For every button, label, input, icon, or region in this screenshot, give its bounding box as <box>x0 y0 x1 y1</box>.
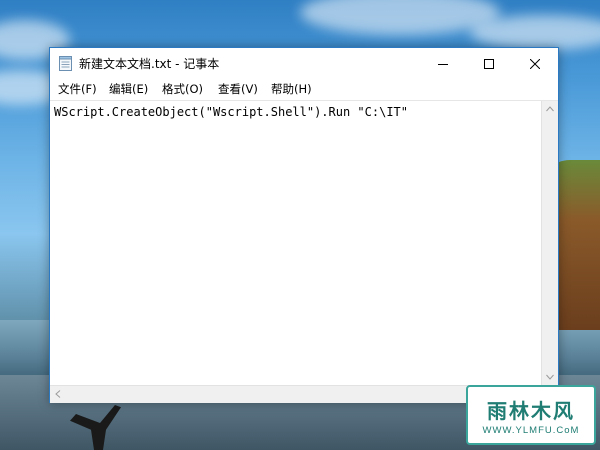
menu-edit[interactable]: 编辑(E) <box>109 81 148 97</box>
window-title: 新建文本文档.txt - 记事本 <box>79 57 220 71</box>
menu-format[interactable]: 格式(O) <box>162 81 203 97</box>
notepad-window[interactable]: 新建文本文档.txt - 记事本 文件(F) 编辑(E) 格式(O) 查看(V)… <box>49 47 559 403</box>
cloud <box>470 15 600 50</box>
close-icon <box>529 54 541 73</box>
maximize-button[interactable] <box>466 48 512 79</box>
vertical-scrollbar[interactable] <box>541 101 558 385</box>
editor-area[interactable]: WScript.CreateObject("Wscript.Shell").Ru… <box>50 100 558 403</box>
text-editor[interactable]: WScript.CreateObject("Wscript.Shell").Ru… <box>54 105 534 385</box>
scroll-up-icon[interactable] <box>542 101 558 117</box>
menu-view[interactable]: 查看(V) <box>218 81 258 97</box>
maximize-icon <box>484 54 494 73</box>
watermark-url: WWW.YLMFU.CoM <box>482 425 580 436</box>
minimize-icon <box>438 54 448 73</box>
minimize-button[interactable] <box>420 48 466 79</box>
scroll-down-icon[interactable] <box>542 369 558 385</box>
menu-help[interactable]: 帮助(H) <box>271 81 312 97</box>
close-button[interactable] <box>512 48 558 79</box>
title-bar[interactable]: 新建文本文档.txt - 记事本 <box>50 48 558 79</box>
scroll-left-icon[interactable] <box>50 386 66 402</box>
notepad-icon <box>59 56 72 71</box>
watermark-logo-text: 雨林木风 <box>487 399 575 423</box>
menu-file[interactable]: 文件(F) <box>58 81 97 97</box>
menu-bar: 文件(F) 编辑(E) 格式(O) 查看(V) 帮助(H) <box>50 79 558 99</box>
site-watermark: 雨林木风 WWW.YLMFU.CoM <box>466 385 596 445</box>
